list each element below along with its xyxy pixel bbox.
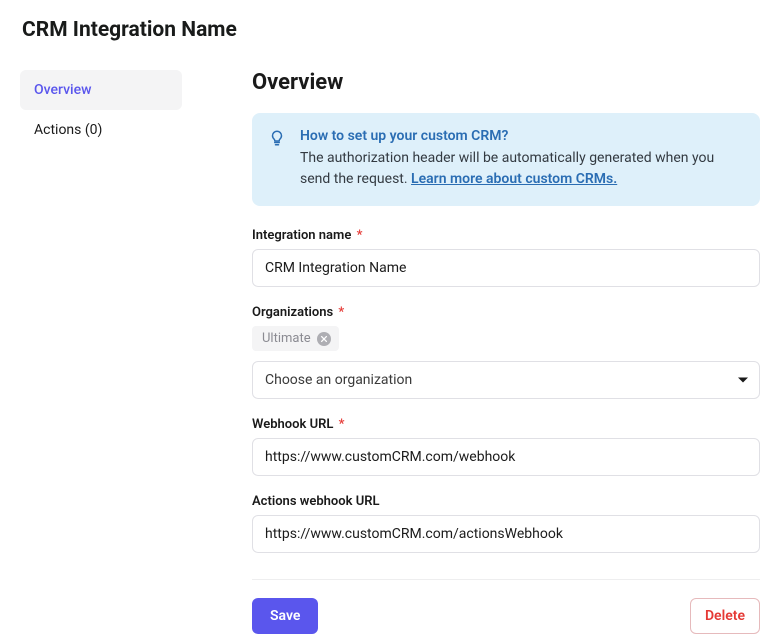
- info-link[interactable]: Learn more about custom CRMs.: [411, 171, 617, 187]
- organizations-tags: Ultimate: [252, 326, 760, 351]
- required-star: *: [338, 305, 344, 320]
- lightbulb-icon: [268, 129, 286, 147]
- footer-actions: Save Delete: [252, 598, 760, 634]
- label-text: Organizations: [252, 305, 333, 320]
- sidebar-item-overview[interactable]: Overview: [20, 70, 182, 110]
- field-webhook-url: Webhook URL *: [252, 417, 760, 476]
- sidebar: Overview Actions (0): [20, 70, 182, 634]
- sidebar-item-label: Overview: [34, 82, 91, 98]
- required-star: *: [339, 417, 345, 432]
- layout-container: Overview Actions (0) Overview How to set…: [20, 70, 760, 634]
- field-actions-webhook-url: Actions webhook URL: [252, 494, 760, 553]
- organizations-select[interactable]: Choose an organization: [252, 361, 760, 399]
- actions-webhook-url-input[interactable]: [252, 515, 760, 553]
- info-title: How to set up your custom CRM?: [300, 128, 744, 144]
- webhook-url-input[interactable]: [252, 438, 760, 476]
- field-organizations: Organizations * Ultimate Choose an organ…: [252, 305, 760, 399]
- field-integration-name: Integration name *: [252, 228, 760, 287]
- organizations-label: Organizations *: [252, 305, 760, 320]
- divider: [252, 579, 760, 580]
- webhook-url-label: Webhook URL *: [252, 417, 760, 432]
- page-title: CRM Integration Name: [20, 18, 760, 42]
- delete-button[interactable]: Delete: [690, 598, 760, 634]
- save-button[interactable]: Save: [252, 598, 318, 634]
- sidebar-item-actions[interactable]: Actions (0): [20, 110, 182, 150]
- close-icon[interactable]: [317, 332, 331, 346]
- integration-name-input[interactable]: [252, 249, 760, 287]
- org-tag-label: Ultimate: [262, 331, 311, 346]
- organizations-select-wrap: Choose an organization: [252, 361, 760, 399]
- actions-webhook-url-label: Actions webhook URL: [252, 494, 760, 509]
- main-content: Overview How to set up your custom CRM? …: [252, 70, 760, 634]
- info-body: The authorization header will be automat…: [300, 148, 744, 190]
- required-star: *: [357, 228, 363, 243]
- sidebar-item-label: Actions (0): [34, 122, 102, 138]
- info-content: How to set up your custom CRM? The autho…: [300, 128, 744, 190]
- info-box: How to set up your custom CRM? The autho…: [252, 113, 760, 206]
- label-text: Webhook URL: [252, 417, 333, 432]
- integration-name-label: Integration name *: [252, 228, 760, 243]
- label-text: Actions webhook URL: [252, 494, 380, 509]
- org-tag: Ultimate: [252, 326, 339, 351]
- section-heading: Overview: [252, 70, 760, 95]
- label-text: Integration name: [252, 228, 351, 243]
